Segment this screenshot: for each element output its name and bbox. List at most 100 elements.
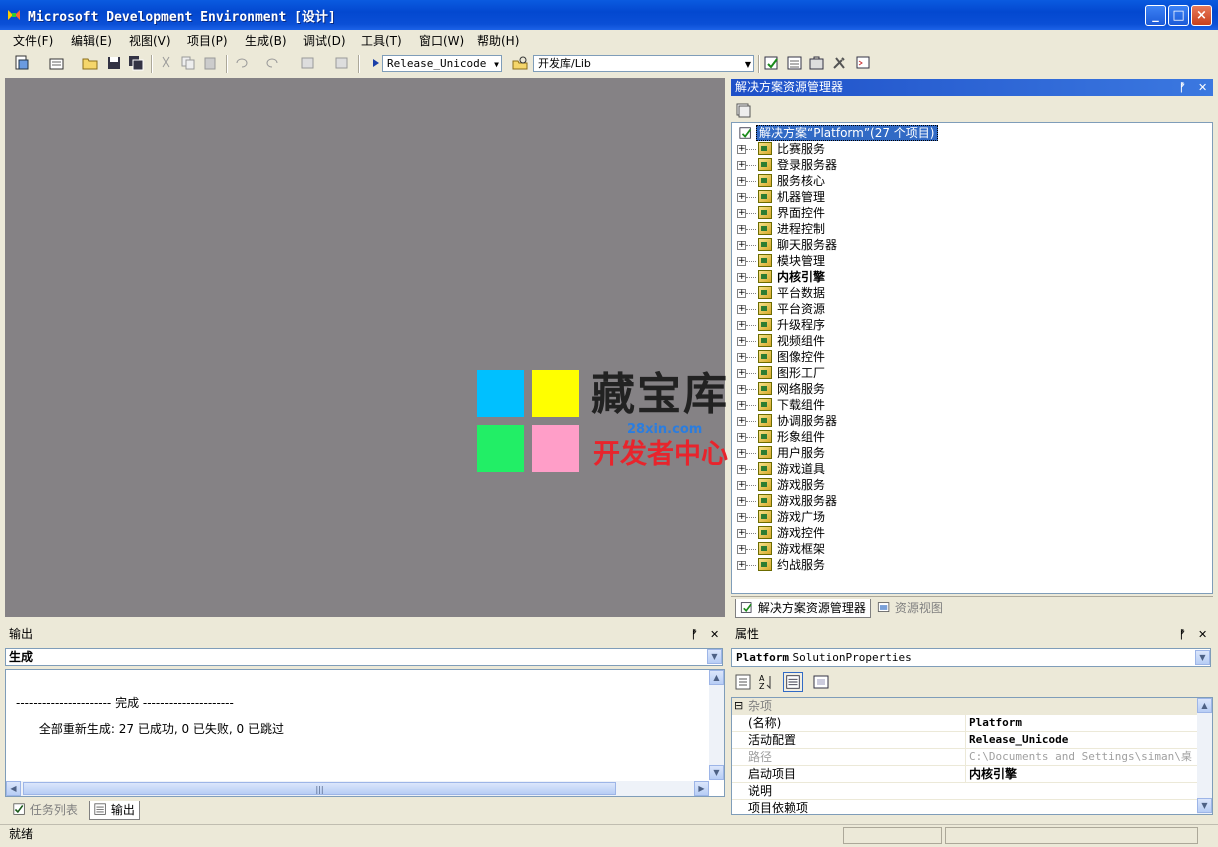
menu-window[interactable]: 窗口(W) bbox=[419, 32, 464, 49]
menu-build[interactable]: 生成(B) bbox=[245, 32, 287, 49]
tools-icon[interactable] bbox=[831, 55, 847, 71]
scroll-thumb[interactable]: ||| bbox=[23, 782, 616, 795]
expand-icon[interactable]: + bbox=[737, 513, 746, 522]
expand-icon[interactable]: + bbox=[737, 529, 746, 538]
new-project-icon[interactable] bbox=[14, 55, 30, 71]
maximize-button[interactable]: □ bbox=[1168, 5, 1189, 26]
pin-icon[interactable]: ᚡ bbox=[1179, 79, 1186, 96]
expand-icon[interactable]: + bbox=[737, 369, 746, 378]
project-node[interactable]: 模块管理 bbox=[758, 253, 825, 269]
properties-button[interactable] bbox=[783, 672, 803, 692]
pin-icon[interactable]: ᚡ bbox=[691, 626, 698, 643]
menu-edit[interactable]: 编辑(E) bbox=[71, 32, 112, 49]
expand-icon[interactable]: + bbox=[737, 241, 746, 250]
expand-icon[interactable]: + bbox=[737, 145, 746, 154]
solution-config-combo[interactable]: Release_Unicode ▼ bbox=[382, 55, 502, 72]
property-value[interactable]: 内核引擎 bbox=[965, 766, 1201, 782]
expand-icon[interactable]: + bbox=[737, 225, 746, 234]
project-node[interactable]: 界面控件 bbox=[758, 205, 825, 221]
properties-window-icon[interactable] bbox=[787, 55, 803, 71]
scroll-up-icon[interactable]: ▲ bbox=[709, 670, 724, 685]
class-view-icon[interactable] bbox=[856, 55, 872, 71]
project-node[interactable]: 形象组件 bbox=[758, 429, 825, 445]
tab-solution-explorer[interactable]: 解决方案资源管理器 bbox=[735, 599, 871, 618]
project-node[interactable]: 聊天服务器 bbox=[758, 237, 837, 253]
menu-view[interactable]: 视图(V) bbox=[129, 32, 171, 49]
project-node[interactable]: 游戏服务器 bbox=[758, 493, 837, 509]
expand-icon[interactable]: + bbox=[737, 353, 746, 362]
project-node[interactable]: 平台数据 bbox=[758, 285, 825, 301]
project-node[interactable]: 图形工厂 bbox=[758, 365, 825, 381]
expand-icon[interactable]: + bbox=[737, 481, 746, 490]
expand-icon[interactable]: + bbox=[737, 465, 746, 474]
property-row[interactable]: (名称) Platform bbox=[732, 715, 1197, 732]
project-node[interactable]: 协调服务器 bbox=[758, 413, 837, 429]
close-icon[interactable]: ✕ bbox=[710, 626, 719, 643]
expand-icon[interactable]: + bbox=[737, 161, 746, 170]
undo-icon[interactable] bbox=[233, 55, 249, 71]
categorized-icon[interactable] bbox=[733, 672, 753, 692]
menu-file[interactable]: 文件(F) bbox=[13, 32, 53, 49]
project-node[interactable]: 内核引擎 bbox=[758, 269, 825, 285]
vertical-scrollbar[interactable] bbox=[709, 670, 724, 780]
scroll-left-icon[interactable]: ◀ bbox=[6, 781, 21, 796]
close-icon[interactable]: ✕ bbox=[1198, 79, 1207, 96]
project-node[interactable]: 游戏广场 bbox=[758, 509, 825, 525]
project-node[interactable]: 网络服务 bbox=[758, 381, 825, 397]
properties-icon[interactable] bbox=[735, 102, 751, 118]
expand-icon[interactable]: + bbox=[737, 273, 746, 282]
output-text[interactable]: ---------------------- 完成 --------------… bbox=[5, 669, 725, 797]
close-icon[interactable]: ✕ bbox=[1198, 626, 1207, 643]
project-node[interactable]: 平台资源 bbox=[758, 301, 825, 317]
property-value[interactable]: C:\Documents and Settings\siman\桌 bbox=[965, 749, 1201, 765]
scroll-right-icon[interactable]: ▶ bbox=[694, 781, 709, 796]
cut-icon[interactable] bbox=[158, 55, 174, 71]
property-value[interactable]: Platform bbox=[965, 715, 1201, 731]
expand-icon[interactable]: + bbox=[737, 177, 746, 186]
tab-output[interactable]: 输出 bbox=[89, 801, 140, 820]
tab-task-list[interactable]: 任务列表 bbox=[9, 801, 82, 819]
properties-object-combo[interactable]: Platform SolutionProperties ▼ bbox=[731, 648, 1211, 667]
property-row[interactable]: 启动项目 内核引擎 bbox=[732, 766, 1197, 783]
menu-project[interactable]: 项目(P) bbox=[187, 32, 228, 49]
expand-icon[interactable]: + bbox=[737, 561, 746, 570]
project-node[interactable]: 约战服务 bbox=[758, 557, 825, 573]
copy-icon[interactable] bbox=[180, 55, 196, 71]
tab-resource-view[interactable]: 资源视图 bbox=[873, 599, 947, 617]
project-node[interactable]: 图像控件 bbox=[758, 349, 825, 365]
solution-explorer-icon[interactable] bbox=[764, 55, 780, 71]
scroll-down-icon[interactable]: ▼ bbox=[1197, 798, 1212, 813]
add-item-icon[interactable] bbox=[49, 55, 65, 71]
expand-icon[interactable]: + bbox=[737, 321, 746, 330]
expand-icon[interactable]: + bbox=[737, 433, 746, 442]
scroll-down-icon[interactable]: ▼ bbox=[709, 765, 724, 780]
solution-root[interactable]: 解决方案“Platform”(27 个项目) bbox=[738, 125, 938, 141]
menu-help[interactable]: 帮助(H) bbox=[477, 32, 519, 49]
project-node[interactable]: 进程控制 bbox=[758, 221, 825, 237]
open-folder-icon[interactable] bbox=[82, 55, 98, 71]
expand-icon[interactable]: + bbox=[737, 209, 746, 218]
alphabetical-icon[interactable]: AZ bbox=[756, 672, 776, 692]
project-node[interactable]: 游戏服务 bbox=[758, 477, 825, 493]
expand-icon[interactable]: + bbox=[737, 401, 746, 410]
redo-icon[interactable] bbox=[265, 55, 281, 71]
save-all-icon[interactable] bbox=[128, 55, 144, 71]
expand-icon[interactable]: + bbox=[737, 449, 746, 458]
expand-icon[interactable]: + bbox=[737, 337, 746, 346]
expand-icon[interactable]: + bbox=[737, 305, 746, 314]
find-in-files-icon[interactable] bbox=[512, 55, 528, 71]
project-node[interactable]: 下载组件 bbox=[758, 397, 825, 413]
project-node[interactable]: 游戏道具 bbox=[758, 461, 825, 477]
expand-icon[interactable]: + bbox=[737, 497, 746, 506]
category-row[interactable]: ⊟ 杂项 bbox=[732, 698, 1197, 715]
output-source-combo[interactable]: 生成 ▼ bbox=[5, 648, 723, 666]
scroll-up-icon[interactable]: ▲ bbox=[1197, 698, 1212, 713]
property-value[interactable]: Release_Unicode bbox=[965, 732, 1201, 748]
expand-icon[interactable]: + bbox=[737, 193, 746, 202]
property-pages-icon[interactable] bbox=[811, 672, 831, 692]
project-node[interactable]: 比赛服务 bbox=[758, 141, 825, 157]
minimize-button[interactable]: _ bbox=[1145, 5, 1166, 26]
project-node[interactable]: 游戏控件 bbox=[758, 525, 825, 541]
navigate-forward-icon[interactable] bbox=[334, 55, 350, 71]
expand-icon[interactable]: + bbox=[737, 257, 746, 266]
